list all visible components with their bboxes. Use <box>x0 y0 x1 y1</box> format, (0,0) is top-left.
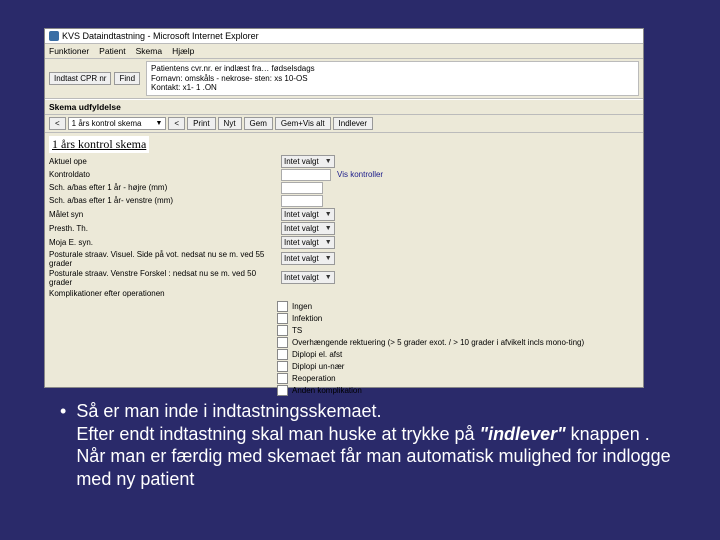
bullet-body: Så er man inde i indtastningsskemaet. Ef… <box>76 400 680 490</box>
chk-ts-label: TS <box>292 326 302 335</box>
chevron-down-icon: ▼ <box>325 255 332 262</box>
titlebar: KVS Dataindtastning - Microsoft Internet… <box>45 29 643 44</box>
kontroldato-input[interactable] <box>281 169 331 181</box>
chevron-down-icon: ▼ <box>155 120 162 127</box>
bullet-dot-icon: • <box>60 400 66 490</box>
chk-ts[interactable] <box>277 325 288 336</box>
label-post-hojre: Posturale straav. Visuel. Side på vot. n… <box>49 250 281 268</box>
print-button[interactable]: Print <box>187 117 215 130</box>
chk-ingen[interactable] <box>277 301 288 312</box>
label-aktuel-ope: Aktuel ope <box>49 157 281 166</box>
menu-skema[interactable]: Skema <box>136 46 162 56</box>
label-malet-syn: Målet syn <box>49 210 281 219</box>
chk-diplopi-unaer-label: Diplopi un-nær <box>292 362 344 371</box>
chevron-down-icon: ▼ <box>325 158 332 165</box>
nav-back-button2[interactable]: < <box>168 117 185 130</box>
komplikationer-checklist: Ingen Infektion TS Overhængende rektueri… <box>277 301 639 396</box>
label-moja-syn: Moja E. syn. <box>49 238 281 247</box>
chk-overhangende[interactable] <box>277 337 288 348</box>
patient-info-line3: Kontakt: x1- 1 .ON <box>151 83 634 93</box>
chevron-down-icon: ▼ <box>325 274 332 281</box>
form-toolbar: < 1 års kontrol skema ▼ < Print Nyt Gem … <box>45 115 643 133</box>
chk-reoperation-label: Reoperation <box>292 374 336 383</box>
chk-infektion-label: Infektion <box>292 314 322 323</box>
patient-info-line1: Patientens cvr.nr. er indlæst fra… fødse… <box>151 64 634 74</box>
nav-back-button[interactable]: < <box>49 117 66 130</box>
chk-anden-label: Anden komplikation <box>292 386 362 395</box>
bullet-line2c: knappen . <box>566 424 650 444</box>
patient-info-box: Patientens cvr.nr. er indlæst fra… fødse… <box>146 61 639 96</box>
form-area: Aktuel ope Intet valgt ▼ Kontroldato Vis… <box>45 155 643 396</box>
menu-patient[interactable]: Patient <box>99 46 125 56</box>
slide-bullet: • Så er man inde i indtastningsskemaet. … <box>60 400 680 490</box>
label-prest-th: Presth. Th. <box>49 224 281 233</box>
sch-hojre-input[interactable] <box>281 182 323 194</box>
indtast-cpr-button[interactable]: Indtast CPR nr <box>49 72 111 85</box>
label-sch-venstre: Sch. a/bas efter 1 år- venstre (mm) <box>49 196 281 205</box>
chk-diplopi-afst[interactable] <box>277 349 288 360</box>
post-venstre-select[interactable]: Intet valgt ▼ <box>281 271 335 284</box>
find-button[interactable]: Find <box>114 72 140 85</box>
chevron-down-icon: ▼ <box>325 239 332 246</box>
menu-hjaelp[interactable]: Hjælp <box>172 46 194 56</box>
label-sch-hojre: Sch. a/bas efter 1 år - højre (mm) <box>49 183 281 192</box>
form-title: 1 års kontrol skema <box>49 136 149 153</box>
app-window: KVS Dataindtastning - Microsoft Internet… <box>44 28 644 388</box>
aktuel-ope-select[interactable]: Intet valgt ▼ <box>281 155 335 168</box>
bullet-line1: Så er man inde i indtastningsskemaet. <box>76 401 381 421</box>
schema-select-value: 1 års kontrol skema <box>72 119 142 128</box>
bullet-line3: Når man er færdig med skemaet får man au… <box>76 446 670 489</box>
menu-funktioner[interactable]: Funktioner <box>49 46 89 56</box>
gem-vis-button[interactable]: Gem+Vis alt <box>275 117 331 130</box>
chevron-down-icon: ▼ <box>325 225 332 232</box>
chk-overhangende-label: Overhængende rektuering (> 5 grader exot… <box>292 338 584 347</box>
chk-reoperation[interactable] <box>277 373 288 384</box>
menubar: Funktioner Patient Skema Hjælp <box>45 44 643 59</box>
gem-button[interactable]: Gem <box>244 117 273 130</box>
ie-icon <box>49 31 59 41</box>
chk-infektion[interactable] <box>277 313 288 324</box>
indlever-button[interactable]: Indlever <box>333 117 373 130</box>
chk-diplopi-afst-label: Diplopi el. afst <box>292 350 342 359</box>
malet-syn-select[interactable]: Intet valgt ▼ <box>281 208 335 221</box>
vis-kontroller-link[interactable]: Vis kontroller <box>337 170 383 179</box>
sch-venstre-input[interactable] <box>281 195 323 207</box>
bullet-line2b: "indlever" <box>480 424 566 444</box>
bullet-line2a: Efter endt indtastning skal man huske at… <box>76 424 479 444</box>
label-kontroldato: Kontroldato <box>49 170 281 179</box>
post-hojre-select[interactable]: Intet valgt ▼ <box>281 252 335 265</box>
moja-syn-select[interactable]: Intet valgt ▼ <box>281 236 335 249</box>
chevron-down-icon: ▼ <box>325 211 332 218</box>
label-post-venstre: Posturale straav. Venstre Forskel : neds… <box>49 269 281 287</box>
chk-diplopi-unaer[interactable] <box>277 361 288 372</box>
prest-th-select[interactable]: Intet valgt ▼ <box>281 222 335 235</box>
label-komplikationer: Komplikationer efter operationen <box>49 289 281 298</box>
nyt-button[interactable]: Nyt <box>218 117 242 130</box>
patient-info-line2: Fornavn: omskåls - nekrose- sten: xs 10-… <box>151 74 634 84</box>
chk-ingen-label: Ingen <box>292 302 312 311</box>
infobar: Indtast CPR nr Find Patientens cvr.nr. e… <box>45 59 643 99</box>
chk-anden[interactable] <box>277 385 288 396</box>
window-title: KVS Dataindtastning - Microsoft Internet… <box>62 31 259 41</box>
schema-select[interactable]: 1 års kontrol skema ▼ <box>68 117 167 130</box>
section-header: Skema udfyldelse <box>45 99 643 115</box>
